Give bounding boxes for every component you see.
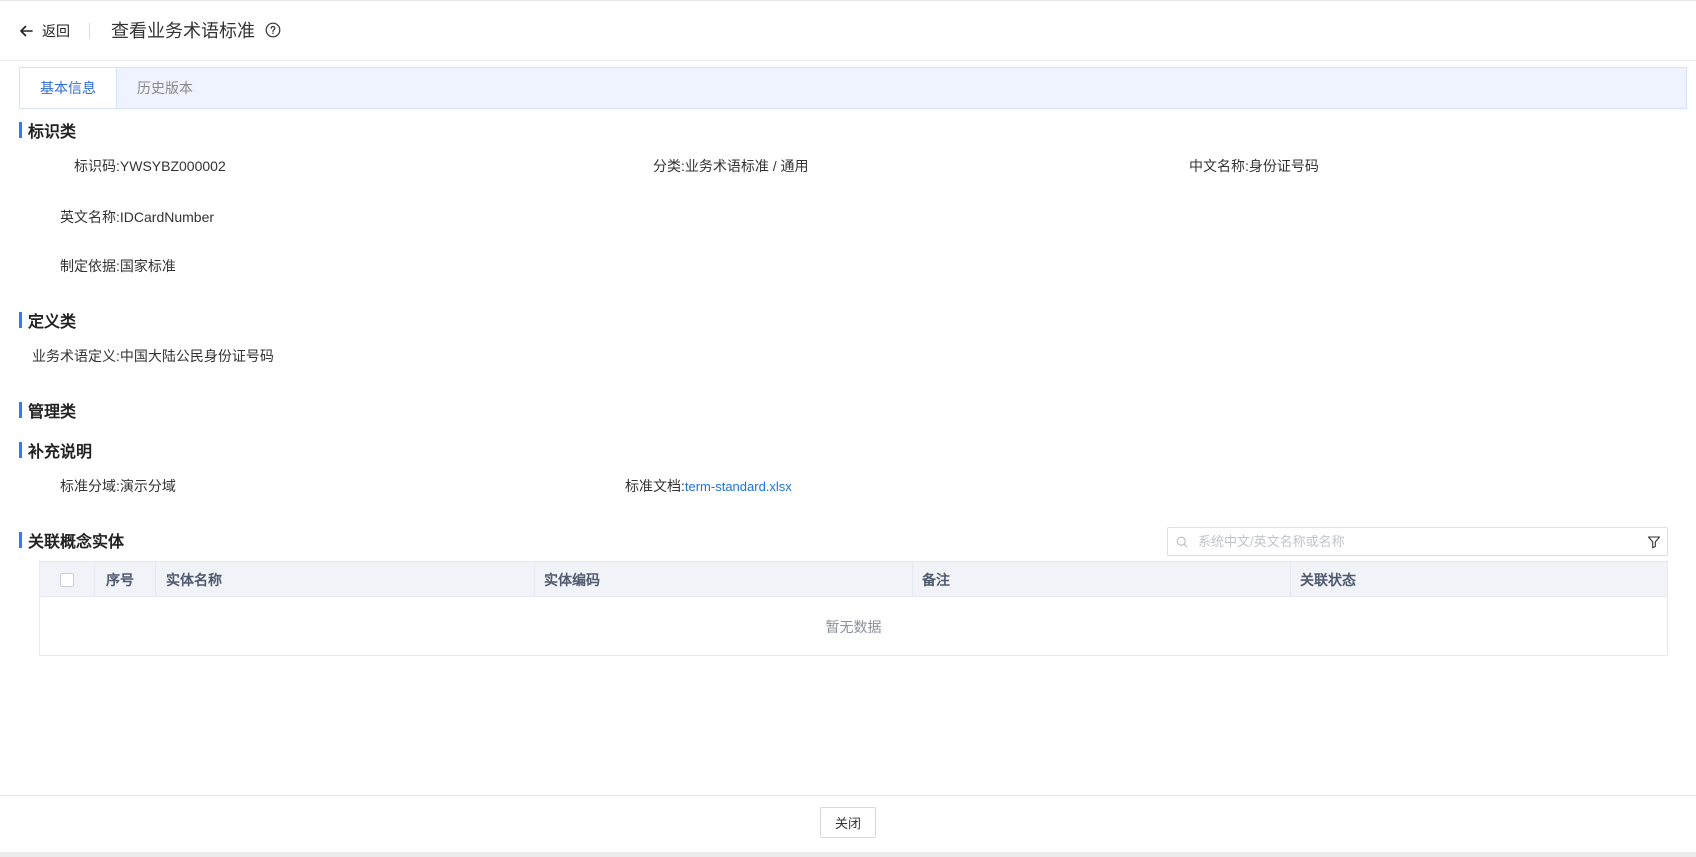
column-header-remark[interactable]: 备注 — [912, 562, 1290, 597]
field-label: 中文名称: — [1189, 158, 1249, 174]
section-title-text: 标识类 — [28, 124, 77, 141]
field-value: 演示分域 — [119, 478, 176, 494]
field-label: 标准文档: — [625, 478, 685, 494]
back-label: 返回 — [42, 23, 70, 39]
field-value: 业务术语标准 / 通用 — [684, 158, 809, 174]
arrow-left-icon — [20, 25, 33, 37]
field-value: IDCardNumber — [119, 209, 215, 225]
header-divider — [89, 23, 90, 39]
back-button[interactable]: 返回 — [18, 21, 70, 41]
field-label: 标准分域: — [60, 478, 120, 494]
select-all-checkbox[interactable] — [60, 573, 74, 587]
column-header-entity-name[interactable]: 实体名称 — [156, 562, 534, 597]
field-label: 分类: — [653, 158, 685, 174]
field-label: 制定依据: — [60, 258, 120, 274]
section-title-related-entities: 关联概念实体 — [19, 531, 125, 551]
column-header-relation-status[interactable]: 关联状态 — [1290, 562, 1668, 597]
close-button[interactable]: 关闭 — [820, 807, 876, 838]
field-en-name: 英文名称: IDCardNumber — [60, 207, 214, 227]
section-title-text: 补充说明 — [28, 444, 93, 461]
section-accent-bar — [19, 402, 22, 418]
column-header-entity-code[interactable]: 实体编码 — [534, 562, 912, 597]
section-title-management: 管理类 — [19, 401, 77, 421]
table-header: 序号 实体名称 实体编码 备注 关联状态 — [40, 562, 1667, 597]
section-title-text: 关联概念实体 — [28, 534, 125, 551]
help-icon[interactable] — [265, 22, 281, 38]
section-title-supplement: 补充说明 — [19, 441, 93, 461]
field-category: 分类: 业务术语标准 / 通用 — [653, 156, 809, 176]
bottom-strip — [0, 852, 1696, 857]
page-header: 返回 查看业务术语标准 — [0, 1, 1696, 61]
section-accent-bar — [19, 532, 22, 548]
entity-search-box — [1167, 527, 1668, 556]
page-title: 查看业务术语标准 — [111, 21, 255, 41]
filter-icon[interactable] — [1647, 535, 1661, 549]
field-value: 中国大陆公民身份证号码 — [119, 348, 274, 364]
table-empty-text: 暂无数据 — [825, 618, 882, 635]
tab-bar: 基本信息 历史版本 — [19, 67, 1687, 109]
field-code: 标识码: YWSYBZ000002 — [74, 156, 226, 176]
section-accent-bar — [19, 122, 22, 138]
section-accent-bar — [19, 312, 22, 328]
page-footer: 关闭 — [0, 795, 1696, 852]
section-title-text: 管理类 — [28, 404, 77, 421]
section-title-text: 定义类 — [28, 314, 77, 331]
field-label: 英文名称: — [60, 209, 120, 225]
field-value: 身份证号码 — [1248, 158, 1319, 174]
field-value: YWSYBZ000002 — [119, 158, 226, 174]
field-definition: 业务术语定义: 中国大陆公民身份证号码 — [32, 346, 274, 366]
field-standard-document: 标准文档: term-standard.xlsx — [625, 476, 792, 496]
document-link[interactable]: term-standard.xlsx — [685, 479, 792, 494]
section-title-identity: 标识类 — [19, 121, 77, 141]
field-cn-name: 中文名称: 身份证号码 — [1189, 156, 1319, 176]
search-icon — [1176, 536, 1188, 548]
field-label: 业务术语定义: — [32, 348, 120, 364]
field-value: 国家标准 — [119, 258, 176, 274]
related-entities-table: 序号 实体名称 实体编码 备注 关联状态 暂无数据 — [39, 561, 1668, 656]
field-standard-domain: 标准分域: 演示分域 — [60, 476, 176, 496]
field-label: 标识码: — [74, 158, 120, 174]
field-basis: 制定依据: 国家标准 — [60, 256, 176, 276]
column-divider — [94, 562, 95, 597]
entity-search-input[interactable] — [1198, 534, 1647, 549]
section-accent-bar — [19, 442, 22, 458]
tab-basic-info[interactable]: 基本信息 — [20, 68, 117, 108]
section-title-definition: 定义类 — [19, 311, 77, 331]
tab-history-versions[interactable]: 历史版本 — [117, 68, 213, 108]
column-header-index[interactable]: 序号 — [96, 562, 156, 597]
